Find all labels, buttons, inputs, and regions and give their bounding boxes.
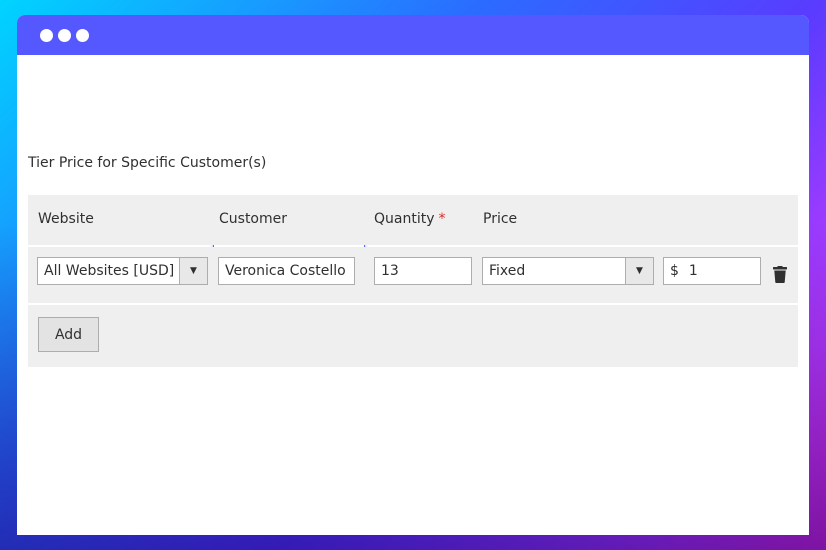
chevron-down-icon[interactable]: ▼ [625, 258, 653, 284]
window-dot-icon [76, 28, 89, 42]
price-input[interactable] [688, 263, 749, 279]
chevron-down-icon[interactable]: ▼ [179, 258, 207, 284]
website-select[interactable]: All Websites [USD] ▼ [37, 257, 208, 285]
price-type-select[interactable]: Fixed ▼ [482, 257, 654, 285]
header-customer: Customer [219, 211, 288, 227]
customer-input[interactable] [218, 257, 355, 285]
header-price: Price [483, 211, 518, 227]
header-website: Website [38, 211, 94, 227]
add-button[interactable]: Add [38, 317, 99, 352]
window-dot-icon [40, 28, 53, 42]
table-row: All Websites [USD] ▼ Fixed ▼ $ [28, 247, 798, 303]
window-titlebar [17, 15, 809, 55]
website-select-value: All Websites [USD] [44, 263, 175, 279]
price-type-value: Fixed [489, 263, 526, 279]
tier-price-table: Website Customer Quantity * Price All Web… [28, 195, 798, 367]
header-quantity-label: Quantity [374, 211, 435, 227]
window-dot-icon [58, 28, 71, 42]
price-field[interactable]: $ [663, 257, 761, 285]
browser-window: Tier Price for Specific Customer(s) Webs… [17, 15, 809, 535]
currency-symbol: $ [670, 263, 679, 279]
quantity-input[interactable] [374, 257, 472, 285]
table-header-row: Website Customer Quantity * Price [28, 195, 798, 245]
header-quantity: Quantity * [374, 211, 446, 227]
section-title: Tier Price for Specific Customer(s) [28, 155, 267, 171]
table-footer-row: Add [28, 305, 798, 367]
required-marker: * [438, 211, 446, 227]
trash-icon[interactable] [773, 266, 787, 283]
